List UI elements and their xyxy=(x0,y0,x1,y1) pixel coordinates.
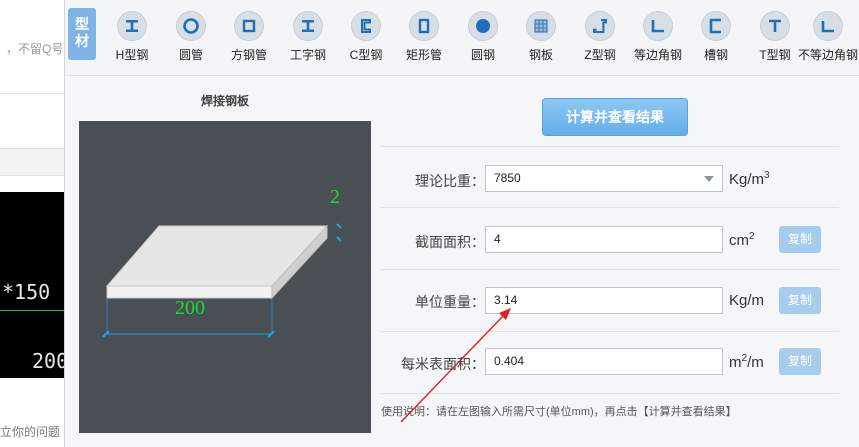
tool-label: C型钢 xyxy=(349,48,383,62)
tool-round-bar[interactable]: 圆钢 xyxy=(451,8,515,68)
tool-label: 矩形管 xyxy=(405,48,442,62)
tool-label: 圆管 xyxy=(178,48,203,62)
tool-steel-plate[interactable]: 钢板 xyxy=(509,8,573,68)
round-tube-icon xyxy=(176,11,206,41)
tool-z-section[interactable]: Z型钢 xyxy=(568,8,632,68)
tool-label: 钢板 xyxy=(528,48,553,62)
round-bar-icon xyxy=(468,11,498,41)
bg-cad-text: 200 xyxy=(32,349,64,373)
weight-copy-button[interactable]: 复制 xyxy=(779,287,821,314)
weight-field[interactable]: 3.14 xyxy=(485,287,723,314)
equal-angle-icon xyxy=(643,11,673,41)
area-unit: cm2 xyxy=(729,231,755,249)
square-tube-icon xyxy=(234,11,264,41)
thickness-value[interactable]: 2 xyxy=(330,186,340,208)
category-label: 型材 xyxy=(75,16,89,49)
area-copy-button[interactable]: 复制 xyxy=(779,226,821,253)
area-field[interactable]: 4 xyxy=(485,226,723,253)
calculate-button[interactable]: 计算并查看结果 xyxy=(542,98,688,136)
tool-c-channel[interactable]: C型钢 xyxy=(334,8,398,68)
surface-copy-button[interactable]: 复制 xyxy=(779,348,821,375)
density-row: 理论比重： 7850 Kg/m3 xyxy=(381,146,839,208)
tool-channel[interactable]: 槽钢 xyxy=(684,8,748,68)
tool-label: 槽钢 xyxy=(703,48,728,62)
thickness-dim-tick xyxy=(336,236,342,242)
density-unit: Kg/m3 xyxy=(729,170,770,188)
channel-icon xyxy=(701,11,731,41)
category-tab-profiles[interactable]: 型材 xyxy=(68,8,96,60)
plate-preview: 2 200 xyxy=(79,121,371,433)
rect-tube-icon xyxy=(409,11,439,41)
tool-label: 工字钢 xyxy=(289,48,326,62)
bg-cad-view: *150 200 xyxy=(0,192,64,378)
chevron-down-icon[interactable] xyxy=(704,176,714,182)
tool-label: 方钢管 xyxy=(230,48,267,62)
area-label: 截面面积： xyxy=(415,234,485,250)
background-page: ，不留Q号 *150 200 立你的问题 xyxy=(0,0,64,447)
tool-label: 不等边角钢 xyxy=(797,48,858,62)
tool-label: 等边角钢 xyxy=(633,48,682,62)
tool-label: H型钢 xyxy=(115,48,149,62)
preview-title: 焊接钢板 xyxy=(200,94,249,108)
tool-h-beam[interactable]: H型钢 xyxy=(100,8,164,68)
density-select[interactable]: 7850 xyxy=(485,165,723,192)
plate-top-face xyxy=(105,225,329,287)
density-label: 理论比重： xyxy=(415,173,485,189)
steel-calculator-window: 型材 H型钢 圆管 方钢管 工字钢 C型钢 矩形管 圆钢 钢板 Z型钢 等边角钢… xyxy=(64,0,859,447)
bg-cad-line xyxy=(0,310,64,311)
density-value: 7850 xyxy=(494,171,521,185)
bg-divider xyxy=(0,93,64,94)
tool-label: Z型钢 xyxy=(584,48,616,62)
bg-gray-bar xyxy=(0,148,64,176)
area-row: 截面面积： 4 cm2 复制 xyxy=(381,207,839,269)
tool-round-tube[interactable]: 圆管 xyxy=(159,8,223,68)
surface-field[interactable]: 0.404 xyxy=(485,348,723,375)
i-beam-icon xyxy=(293,11,323,41)
z-section-icon xyxy=(585,11,615,41)
tool-equal-angle[interactable]: 等边角钢 xyxy=(626,8,690,68)
c-channel-icon xyxy=(351,11,381,41)
surface-unit: m2/m xyxy=(729,353,764,371)
h-beam-icon xyxy=(117,11,147,41)
weight-unit: Kg/m xyxy=(729,292,765,309)
unequal-angle-icon xyxy=(813,11,843,41)
tool-rect-tube[interactable]: 矩形管 xyxy=(392,8,456,68)
bg-cad-text: *150 xyxy=(2,280,51,304)
tool-label: 圆钢 xyxy=(470,48,495,62)
annotation-arrow xyxy=(400,308,511,423)
thickness-dim-tick xyxy=(336,223,342,229)
plate-drawing: 2 200 xyxy=(102,186,342,338)
bg-hint-text: ，不留Q号 xyxy=(6,42,64,56)
t-section-icon xyxy=(760,11,790,41)
tool-square-tube[interactable]: 方钢管 xyxy=(217,8,281,68)
steel-plate-icon xyxy=(526,11,556,41)
tool-i-beam[interactable]: 工字钢 xyxy=(276,8,340,68)
section-toolbar: 型材 H型钢 圆管 方钢管 工字钢 C型钢 矩形管 圆钢 钢板 Z型钢 等边角钢… xyxy=(65,0,859,76)
width-value[interactable]: 200 xyxy=(175,297,205,319)
bg-bottom-hint: 立你的问题 xyxy=(0,425,61,439)
tool-unequal-angle[interactable]: 不等边角钢 xyxy=(796,8,859,68)
